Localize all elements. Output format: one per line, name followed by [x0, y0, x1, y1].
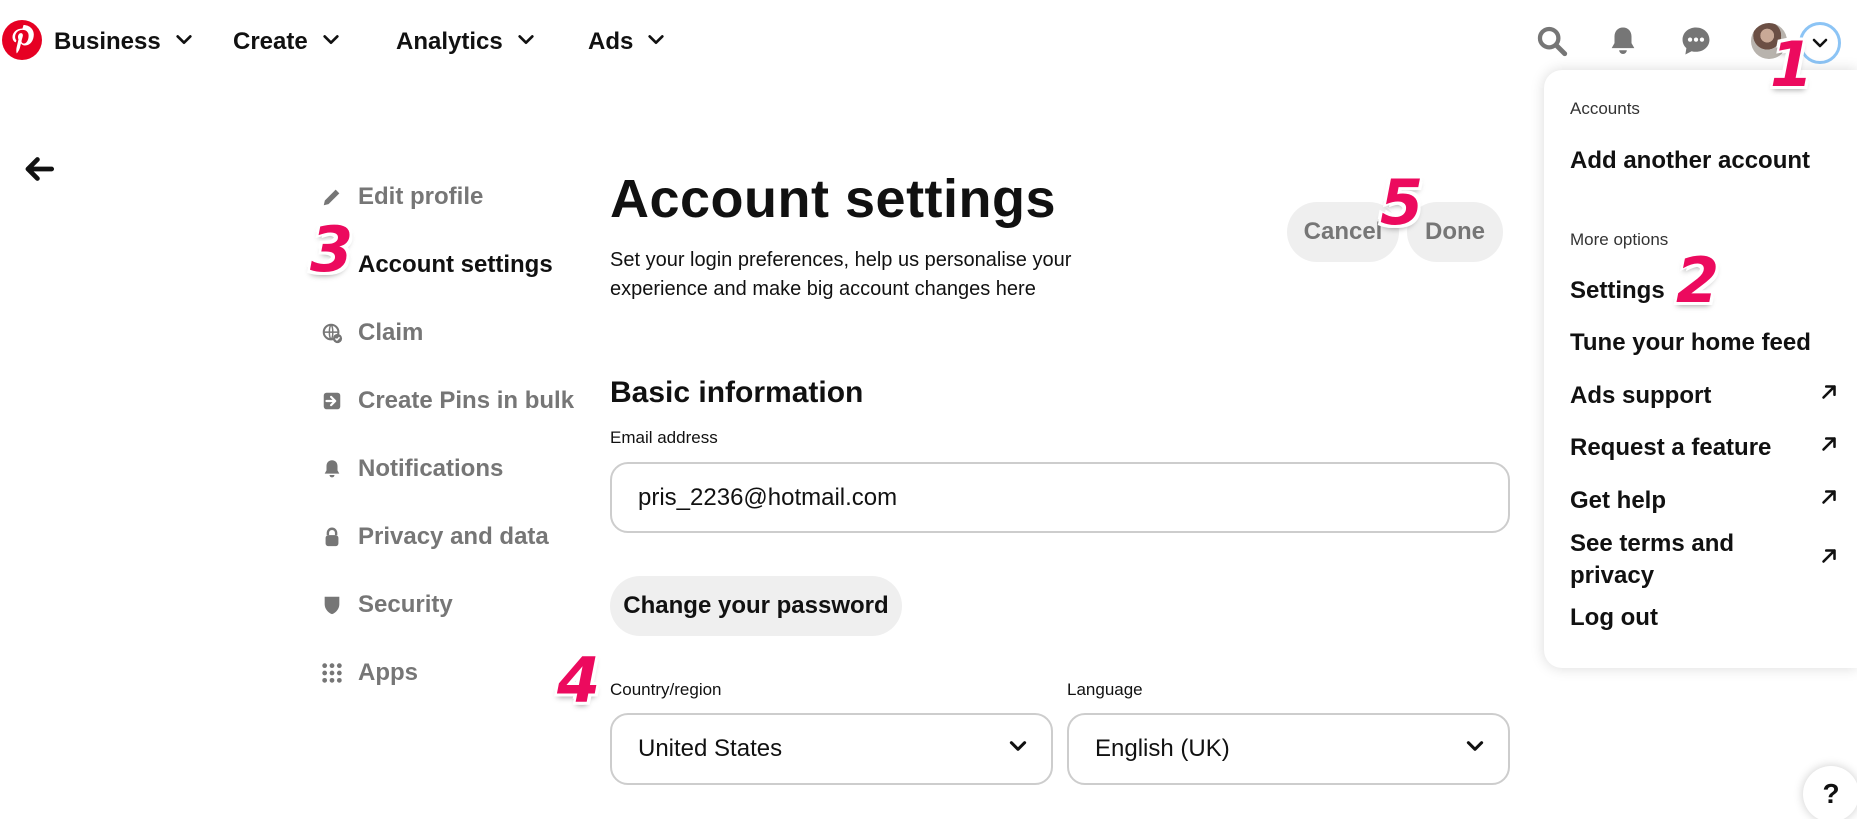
- menu-item-label: Log out: [1570, 604, 1658, 631]
- email-field[interactable]: [610, 462, 1510, 533]
- sidebar-item-label: Privacy and data: [358, 523, 549, 550]
- menu-heading-accounts: Accounts: [1570, 99, 1640, 118]
- page-description: Set your login preferences, help us pers…: [610, 249, 1072, 300]
- menu-item-label: See terms and privacy: [1570, 530, 1735, 589]
- menu-item-get-help[interactable]: Get help: [1570, 485, 1840, 517]
- menu-item-add-another-account[interactable]: Add another account: [1570, 145, 1840, 177]
- sidebar-item-claim[interactable]: Claim: [320, 313, 423, 353]
- country-select-value: United States: [638, 735, 783, 762]
- country-select[interactable]: United States: [610, 713, 1053, 785]
- sidebar-item-label: Edit profile: [358, 183, 484, 210]
- chevron-down-icon: [1007, 735, 1029, 764]
- sidebar-item-label: Claim: [358, 319, 424, 346]
- sidebar-item-label: Notifications: [358, 455, 504, 482]
- language-select[interactable]: English (UK): [1067, 713, 1510, 785]
- sidebar-item-label: Security: [358, 591, 453, 618]
- sidebar-item-security[interactable]: Security: [320, 585, 453, 625]
- nav-business-label: Business: [54, 28, 161, 55]
- nav-analytics[interactable]: Analytics: [396, 22, 535, 62]
- step-annotation-5: 5: [1380, 166, 1424, 239]
- sidebar-item-label: Account settings: [358, 251, 553, 278]
- sidebar-item-notifications[interactable]: Notifications: [320, 449, 503, 489]
- external-link-icon: [1818, 432, 1840, 464]
- back-arrow-icon[interactable]: [20, 150, 58, 188]
- lock-icon: [320, 525, 344, 549]
- nav-analytics-label: Analytics: [396, 28, 503, 55]
- chevron-down-icon: [175, 28, 193, 56]
- pencil-icon: [320, 185, 344, 209]
- step-annotation-1: 1: [1770, 28, 1814, 101]
- sidebar-item-apps[interactable]: Apps: [320, 653, 418, 693]
- chevron-down-icon: [1464, 735, 1486, 764]
- step-annotation-2: 2: [1676, 244, 1720, 317]
- sidebar-item-create-pins-in-bulk[interactable]: Create Pins in bulk: [320, 381, 574, 421]
- search-icon[interactable]: [1531, 20, 1573, 62]
- nav-ads-label: Ads: [588, 28, 634, 55]
- chat-icon[interactable]: [1675, 20, 1717, 62]
- sidebar-item-edit-profile[interactable]: Edit profile: [320, 177, 483, 217]
- globe-check-icon: [320, 321, 344, 345]
- country-label: Country/region: [610, 680, 722, 699]
- menu-item-label: Get help: [1570, 487, 1667, 514]
- menu-item-ads-support[interactable]: Ads support: [1570, 380, 1840, 412]
- menu-item-label: Tune your home feed: [1570, 329, 1811, 356]
- language-label: Language: [1067, 680, 1143, 699]
- page-title: Account settings: [610, 169, 1057, 229]
- chevron-down-icon: [517, 28, 535, 56]
- external-link-icon: [1818, 544, 1840, 576]
- pinterest-logo-icon[interactable]: [2, 20, 42, 60]
- menu-item-label: Request a feature: [1570, 434, 1772, 461]
- grid-icon: [320, 661, 344, 685]
- language-select-value: English (UK): [1095, 735, 1230, 762]
- menu-heading-more-options: More options: [1570, 230, 1669, 249]
- menu-item-label: Add another account: [1570, 147, 1811, 174]
- nav-ads[interactable]: Ads: [588, 22, 665, 62]
- menu-item-request-a-feature[interactable]: Request a feature: [1570, 432, 1840, 464]
- sidebar-item-label: Create Pins in bulk: [358, 387, 575, 414]
- step-annotation-4: 4: [557, 644, 601, 717]
- sidebar-item-account-settings[interactable]: Account settings: [320, 245, 553, 285]
- section-title-basic-information: Basic information: [610, 376, 864, 409]
- menu-item-see-terms-and-privacy[interactable]: See terms and privacy: [1570, 528, 1840, 592]
- menu-item-log-out[interactable]: Log out: [1570, 602, 1840, 634]
- change-password-button[interactable]: Change your password: [610, 576, 902, 636]
- menu-item-label: Ads support: [1570, 382, 1712, 409]
- bell-icon: [320, 457, 344, 481]
- external-link-icon: [1818, 380, 1840, 412]
- nav-business[interactable]: Business: [54, 22, 193, 62]
- chevron-down-icon: [322, 28, 340, 56]
- import-icon: [320, 389, 344, 413]
- external-link-icon: [1818, 485, 1840, 517]
- account-dropdown-menu: Accounts Add another account More option…: [1544, 70, 1857, 668]
- menu-item-tune-home-feed[interactable]: Tune your home feed: [1570, 327, 1840, 359]
- sidebar-item-label: Apps: [358, 659, 418, 686]
- email-label: Email address: [610, 428, 718, 447]
- step-annotation-3: 3: [310, 213, 354, 286]
- menu-item-label: Settings: [1570, 277, 1665, 304]
- chevron-down-icon: [647, 28, 665, 56]
- nav-create[interactable]: Create: [233, 22, 340, 62]
- nav-create-label: Create: [233, 28, 308, 55]
- shield-icon: [320, 593, 344, 617]
- sidebar-item-privacy-and-data[interactable]: Privacy and data: [320, 517, 549, 557]
- bell-icon[interactable]: [1602, 20, 1644, 62]
- help-button[interactable]: ?: [1803, 766, 1857, 819]
